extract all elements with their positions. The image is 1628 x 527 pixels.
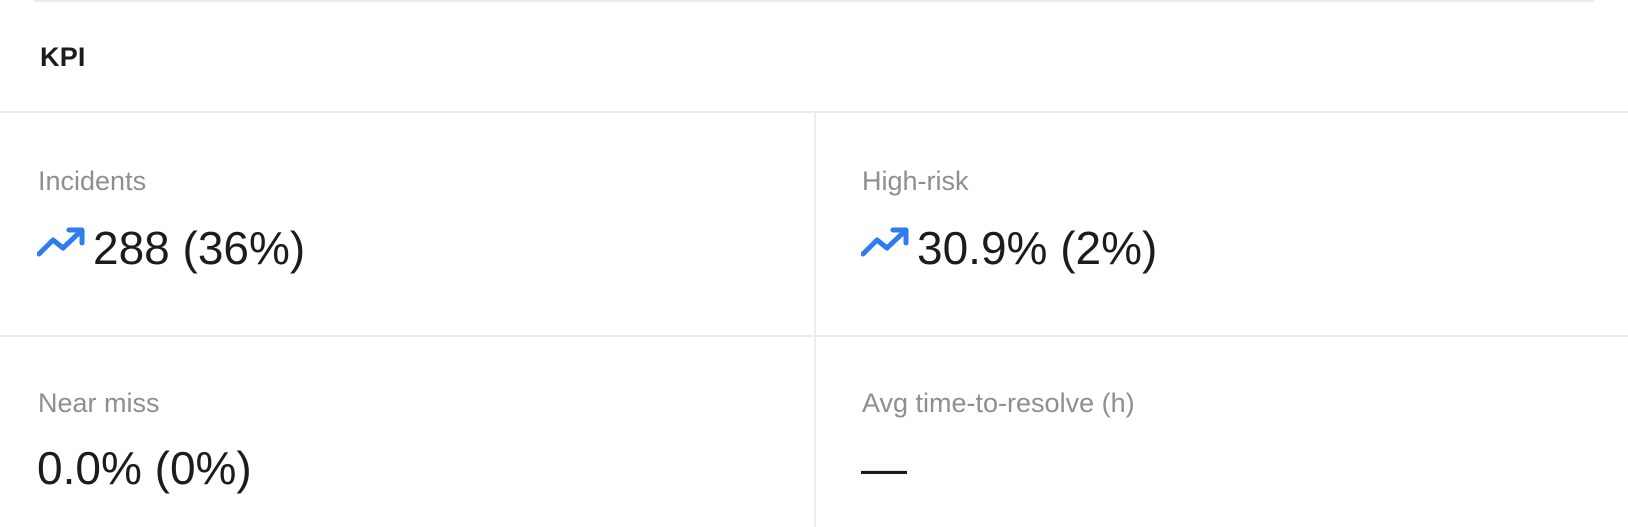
kpi-header: KPI — [0, 2, 1628, 113]
kpi-value-row: 288 (36%) — [36, 222, 306, 274]
trending-up-icon — [860, 226, 911, 260]
kpi-card-high-risk: High-risk 30.9% (2%) — [816, 113, 1628, 337]
kpi-label: Avg time-to-resolve (h) — [862, 388, 1135, 418]
kpi-value-row: 30.9% (2%) — [860, 222, 1158, 274]
kpi-value-row: 0.0% (0%) — [37, 445, 252, 491]
kpi-card-near-miss: Near miss 0.0% (0%) — [0, 337, 816, 527]
kpi-value-row: — — [861, 445, 907, 491]
kpi-card-incidents: Incidents 288 (36%) — [0, 113, 816, 337]
kpi-card-avg-time-to-resolve: Avg time-to-resolve (h) — — [816, 337, 1628, 527]
kpi-value: 288 (36%) — [93, 222, 306, 274]
kpi-value: 0.0% (0%) — [37, 442, 252, 494]
trending-up-icon — [36, 226, 87, 260]
section-title: KPI — [40, 42, 86, 72]
kpi-label: High-risk — [862, 166, 969, 196]
kpi-value: 30.9% (2%) — [917, 222, 1158, 274]
kpi-label: Near miss — [38, 388, 160, 418]
kpi-label: Incidents — [38, 166, 147, 196]
kpi-grid: Incidents 288 (36%) High-risk 30.9% (2%)… — [0, 113, 1628, 527]
kpi-value: — — [861, 442, 907, 494]
kpi-panel: KPI Incidents 288 (36%) High-risk 30.9% … — [0, 0, 1628, 527]
